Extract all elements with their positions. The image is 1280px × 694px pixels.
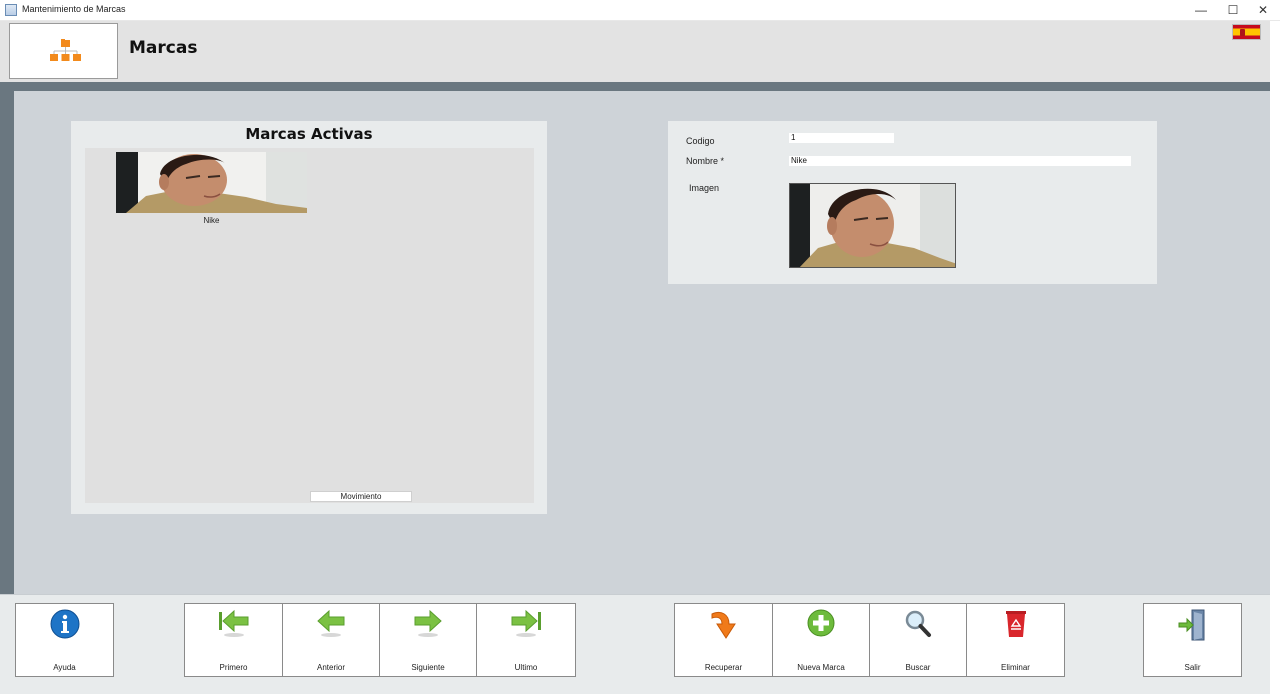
imagen-label: Imagen bbox=[689, 183, 720, 193]
anterior-label: Anterior bbox=[316, 663, 345, 672]
module-logo bbox=[9, 23, 118, 79]
maximize-button[interactable]: ☐ bbox=[1218, 0, 1248, 21]
siguiente-button[interactable]: Siguiente bbox=[380, 604, 477, 676]
nueva-marca-button[interactable]: Nueva Marca bbox=[773, 604, 870, 676]
header-bar: Marcas bbox=[0, 21, 1280, 82]
info-icon bbox=[50, 609, 79, 639]
spain-flag-icon[interactable] bbox=[1232, 24, 1261, 40]
recuperar-label: Recuperar bbox=[704, 663, 743, 672]
ayuda-button[interactable]: Ayuda bbox=[16, 604, 113, 676]
salir-button[interactable]: Salir bbox=[1144, 604, 1241, 676]
actions-group: Recuperar Nueva Marca Buscar Eliminar bbox=[674, 603, 1065, 677]
recuperar-button[interactable]: Recuperar bbox=[675, 604, 773, 676]
exit-group: Salir bbox=[1143, 603, 1242, 677]
page-title: Marcas bbox=[129, 38, 198, 58]
app-window-icon bbox=[5, 4, 17, 16]
arrow-last-icon bbox=[511, 609, 541, 637]
buscar-button[interactable]: Buscar bbox=[870, 604, 967, 676]
window-title: Mantenimiento de Marcas bbox=[22, 4, 126, 14]
curved-arrow-down-icon bbox=[711, 611, 736, 639]
active-brands-panel: Marcas Activas Nike Movimiento bbox=[71, 121, 547, 514]
movimiento-label: Movimiento bbox=[310, 491, 412, 502]
ayuda-label: Ayuda bbox=[53, 663, 76, 672]
recycle-bin-icon bbox=[1005, 611, 1026, 637]
active-brands-title: Marcas Activas bbox=[245, 125, 373, 143]
arrow-first-icon bbox=[218, 609, 248, 637]
arrow-right-icon bbox=[414, 609, 442, 637]
help-group: Ayuda bbox=[15, 603, 114, 677]
exit-door-icon bbox=[1178, 609, 1204, 641]
nombre-field[interactable] bbox=[789, 156, 1131, 166]
siguiente-label: Siguiente bbox=[411, 663, 445, 672]
ultimo-label: Ultimo bbox=[514, 663, 538, 672]
brand-detail-panel: Codigo Nombre * Imagen bbox=[668, 121, 1157, 284]
codigo-field[interactable] bbox=[789, 133, 894, 143]
minimize-button[interactable]: — bbox=[1186, 0, 1216, 21]
brand-thumbnail-image[interactable] bbox=[116, 152, 307, 213]
brand-list[interactable]: Nike Movimiento bbox=[85, 148, 534, 503]
header-divider bbox=[0, 82, 1270, 91]
right-border-strip bbox=[1270, 21, 1280, 694]
brand-list-item-label: Nike bbox=[203, 216, 220, 225]
eliminar-label: Eliminar bbox=[1001, 663, 1030, 672]
close-button[interactable]: ✕ bbox=[1248, 0, 1278, 21]
hierarchy-folders-icon bbox=[50, 39, 81, 61]
ultimo-button[interactable]: Ultimo bbox=[477, 604, 575, 676]
eliminar-button[interactable]: Eliminar bbox=[967, 604, 1064, 676]
primero-label: Primero bbox=[219, 663, 248, 672]
arrow-left-icon bbox=[317, 609, 345, 637]
nombre-label: Nombre * bbox=[686, 156, 725, 166]
navigation-group: Primero Anterior Siguiente Ultimo bbox=[184, 603, 576, 677]
primero-button[interactable]: Primero bbox=[185, 604, 283, 676]
anterior-button[interactable]: Anterior bbox=[283, 604, 380, 676]
buscar-label: Buscar bbox=[905, 663, 931, 672]
magnifier-icon bbox=[905, 610, 931, 637]
salir-label: Salir bbox=[1184, 663, 1201, 672]
brand-image[interactable] bbox=[789, 183, 956, 268]
codigo-label: Codigo bbox=[686, 136, 715, 146]
brand-list-item[interactable]: Nike bbox=[116, 152, 307, 225]
title-bar: Mantenimiento de Marcas — ☐ ✕ bbox=[0, 0, 1280, 21]
plus-circle-icon bbox=[807, 609, 835, 637]
left-border-strip bbox=[0, 91, 14, 594]
nueva-marca-label: Nueva Marca bbox=[797, 663, 845, 672]
